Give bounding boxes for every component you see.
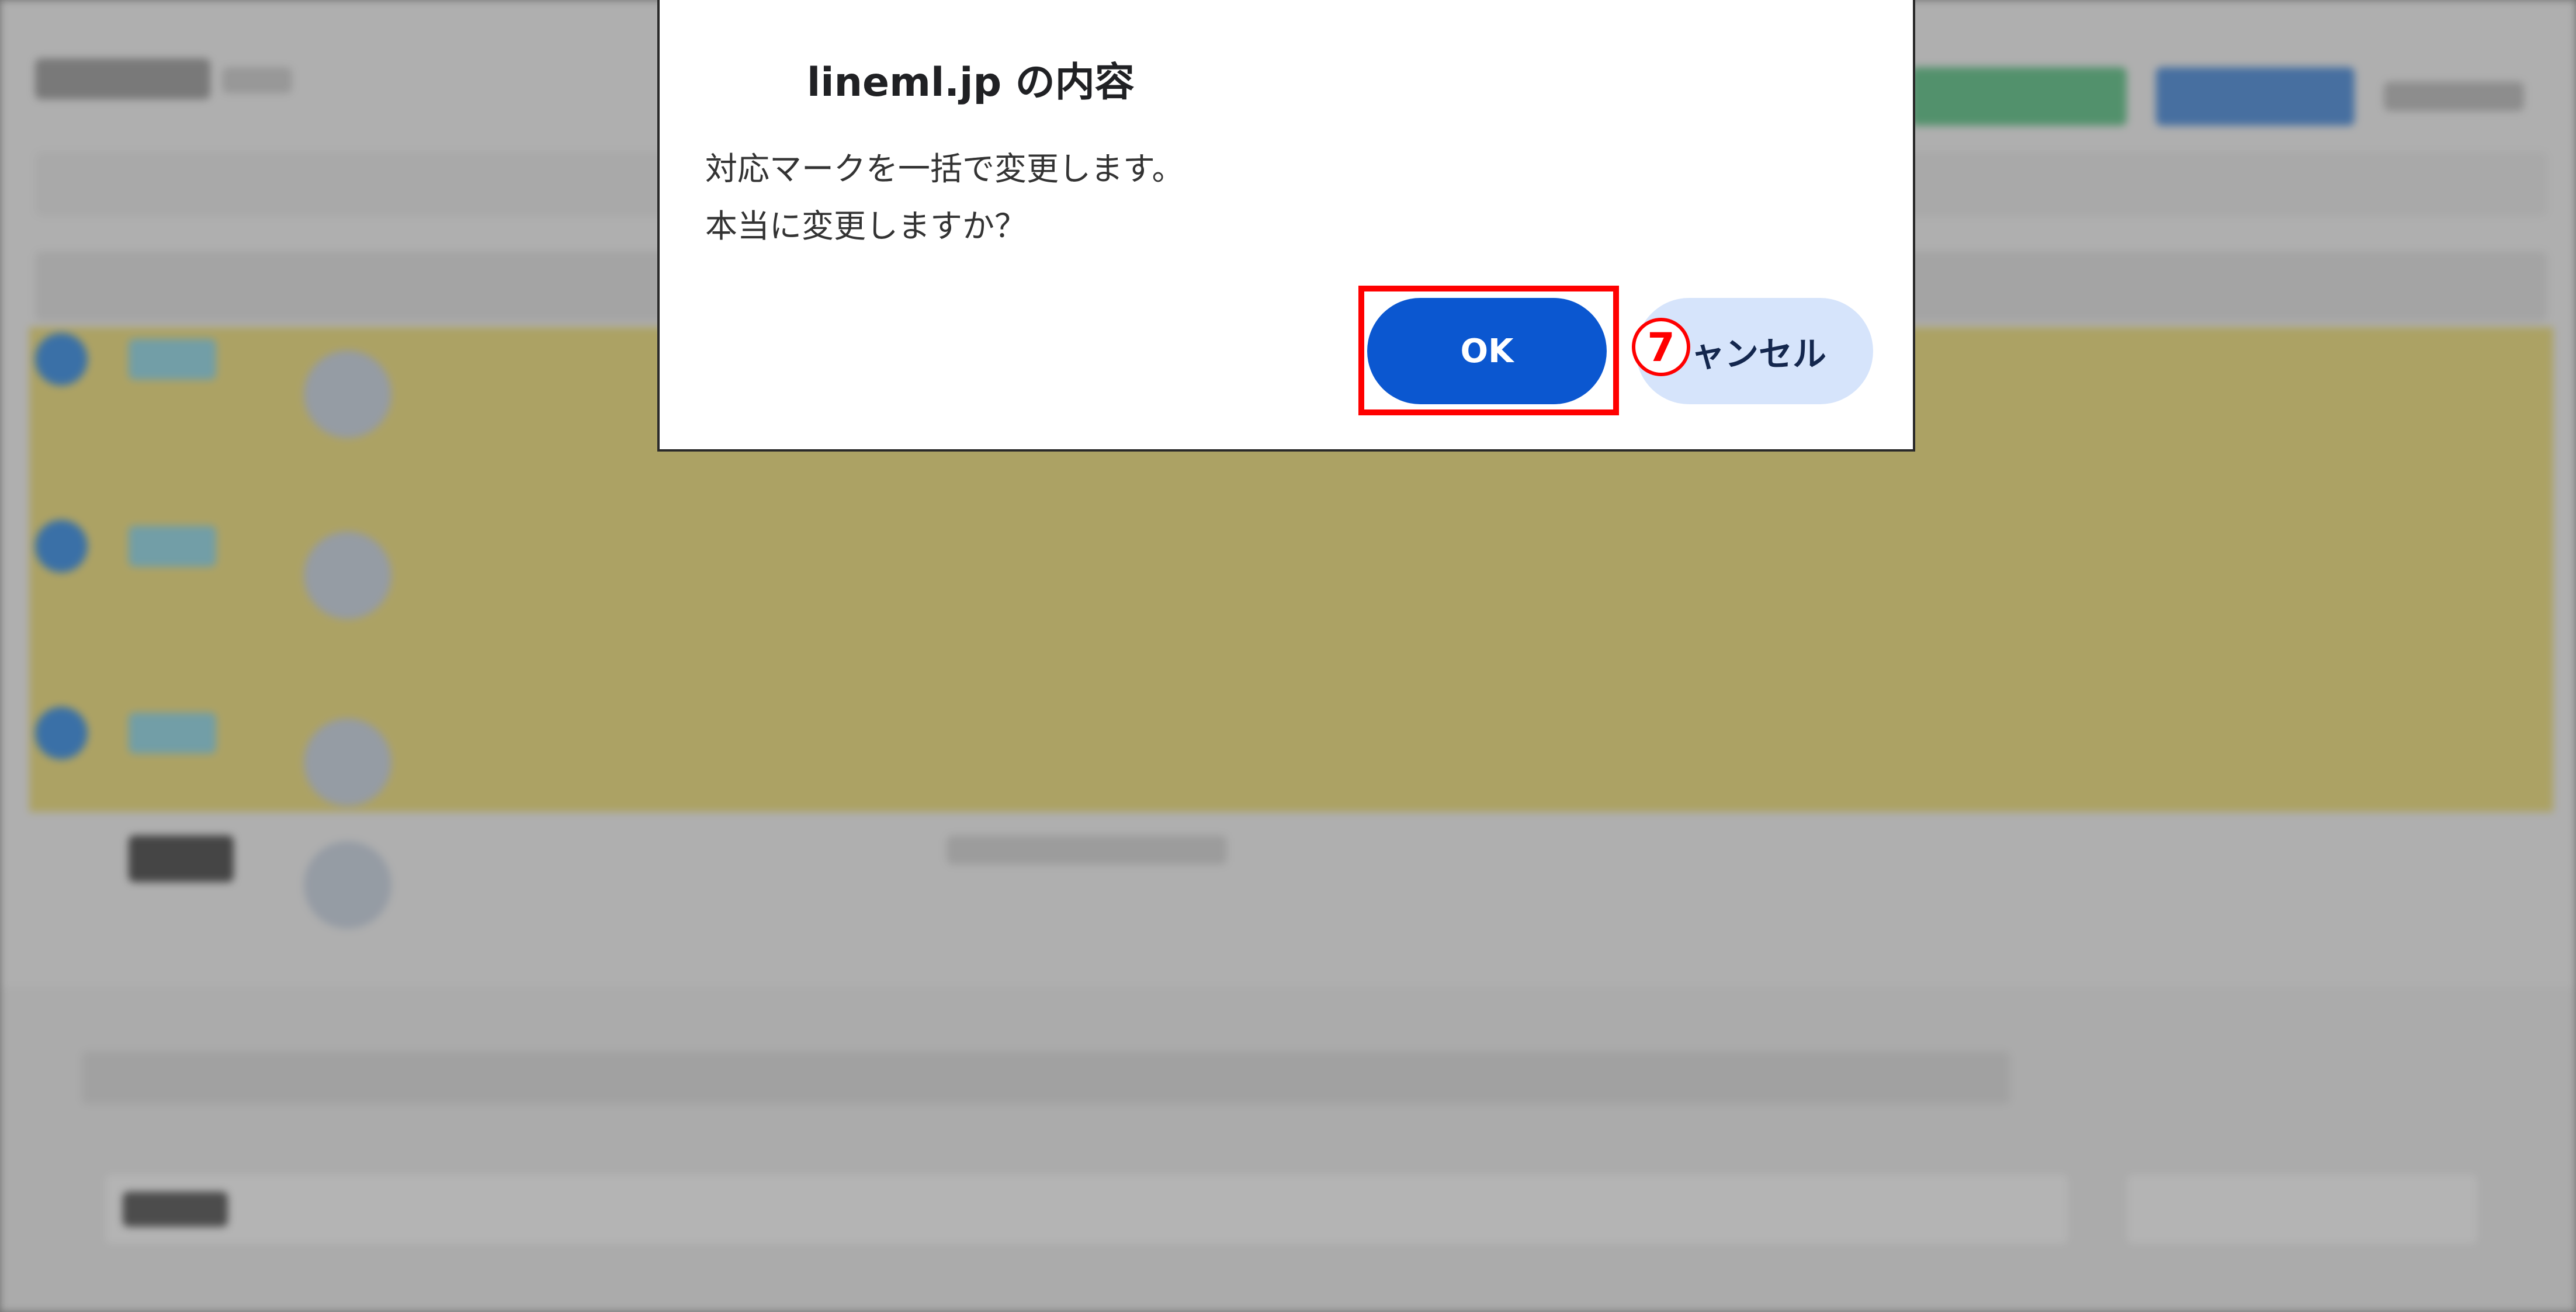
dialog-message-line1: 対応マークを一括で変更します。 [705,150,1184,188]
dialog-message: 対応マークを一括で変更します。 本当に変更しますか？ [705,140,1184,255]
dialog-title: lineml.jp の内容 [807,60,1135,106]
dialog-message-line2: 本当に変更しますか？ [705,207,1027,245]
ok-button[interactable]: OK [1367,298,1607,404]
step-number-badge: 7 [1632,318,1690,376]
confirm-dialog: lineml.jp の内容 対応マークを一括で変更します。 本当に変更しますか？… [657,0,1915,452]
